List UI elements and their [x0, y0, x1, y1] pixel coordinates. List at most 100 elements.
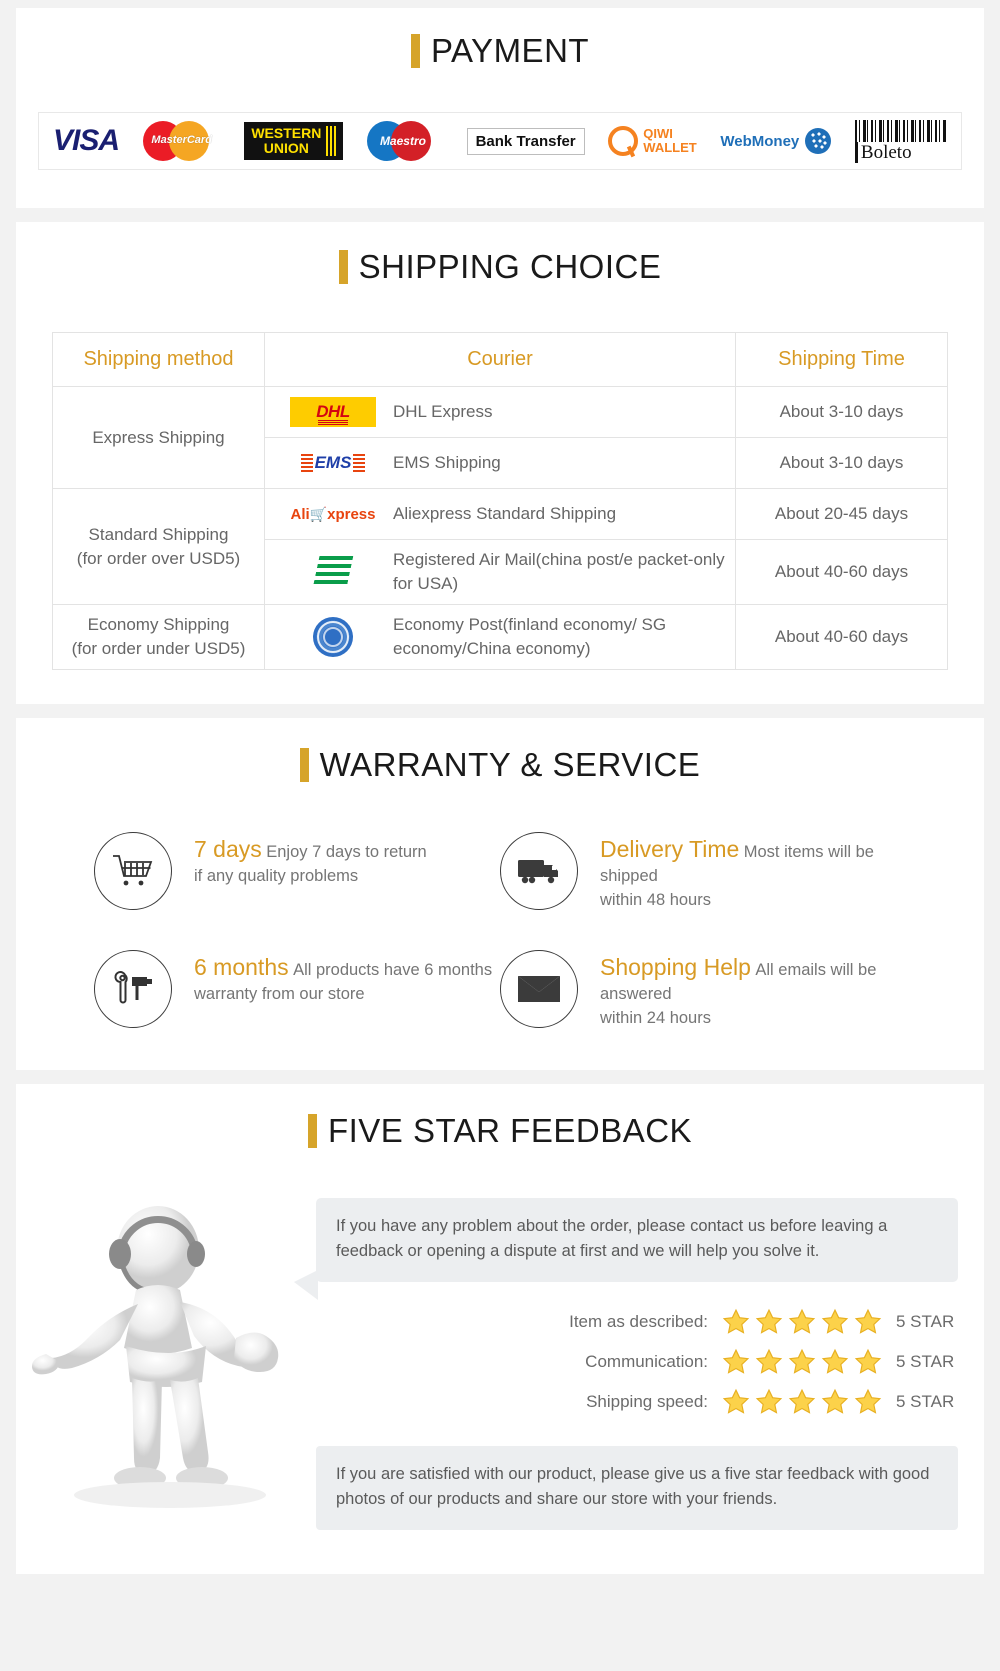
visa-logo: VISA: [53, 124, 120, 158]
warranty-section: WARRANTY & SERVICE 7 days Enjoy 7 days t…: [16, 718, 984, 1070]
table-row: Express Shipping DHL DHL Express About 3…: [52, 386, 948, 489]
mastercard-label: MasterCard: [151, 134, 212, 146]
webmoney-globe-icon: [805, 128, 832, 154]
header-courier: Courier: [264, 332, 736, 387]
shipping-title: SHIPPING CHOICE: [358, 248, 662, 285]
visa-label: VISA: [53, 124, 120, 157]
webmoney-logo: WebMoney: [720, 128, 832, 154]
qiwi-line2: WALLET: [643, 140, 697, 155]
rating-label: Item as described:: [569, 1312, 708, 1331]
cell-courier: Economy Post(finland economy/ SG economy…: [264, 604, 736, 670]
warranty-item-return: 7 days Enjoy 7 days to return if any qua…: [94, 832, 500, 912]
heading-accent-bar: [410, 34, 420, 68]
star-icon: [821, 1388, 849, 1414]
heading-accent-bar: [307, 1114, 317, 1148]
star-icon: [755, 1348, 783, 1374]
table-header-row: Shipping method Courier Shipping Time: [52, 332, 948, 387]
qiwi-wallet-logo: QIWI WALLET: [608, 126, 697, 156]
rating-row-shipping-speed: Shipping speed: 5 STAR: [316, 1388, 958, 1416]
star-icon: [854, 1388, 882, 1414]
feedback-note: If you are satisfied with our product, p…: [316, 1446, 958, 1530]
rating-value: 5 STAR: [896, 1352, 955, 1371]
shipping-section: SHIPPING CHOICE Shipping method Courier …: [16, 222, 984, 704]
boleto-label: Boleto: [854, 141, 947, 163]
rating-row-communication: Communication: 5 STAR: [316, 1348, 958, 1376]
cell-shipping-time: About 40-60 days: [735, 604, 948, 670]
cell-courier: Ali 🛒 xpress Aliexpress Standard Shipping: [264, 488, 736, 540]
rating-label: Shipping speed:: [586, 1392, 708, 1411]
star-icon: [722, 1388, 750, 1414]
star-rating: [722, 1348, 882, 1376]
header-shipping-method: Shipping method: [52, 332, 265, 387]
star-icon: [788, 1388, 816, 1414]
shipping-heading: SHIPPING CHOICE: [16, 248, 984, 286]
feedback-title: FIVE STAR FEEDBACK: [327, 1112, 693, 1149]
maestro-label: Maestro: [379, 134, 426, 148]
star-icon: [821, 1308, 849, 1334]
feedback-section: FIVE STAR FEEDBACK If you have any probl…: [16, 1084, 984, 1574]
cell-shipping-time: About 3-10 days: [735, 437, 948, 489]
star-icon: [755, 1388, 783, 1414]
star-icon: [755, 1308, 783, 1334]
star-icon: [854, 1308, 882, 1334]
warranty-item-line2: if any quality problems: [194, 867, 359, 885]
table-row: Economy Shipping (for order under USD5) …: [52, 604, 948, 670]
heading-accent-bar: [338, 250, 348, 284]
courier-name: DHL Express: [393, 402, 493, 421]
shopping-cart-icon: [94, 832, 172, 910]
cell-shipping-method: Express Shipping: [52, 386, 265, 489]
cell-shipping-method: Standard Shipping (for order over USD5): [52, 488, 265, 605]
tools-icon: [94, 950, 172, 1028]
star-icon: [722, 1308, 750, 1334]
warranty-item-help: Shopping Help All emails will be answere…: [500, 950, 906, 1030]
rating-value: 5 STAR: [896, 1392, 955, 1411]
cell-shipping-time: About 20-45 days: [735, 488, 948, 540]
warranty-item-title: Delivery Time: [600, 836, 740, 862]
western-union-bars: [326, 126, 337, 156]
table-row: Standard Shipping (for order over USD5) …: [52, 488, 948, 605]
payment-methods-strip: VISA MasterCard WESTERN UNION Maestro Ba…: [38, 112, 962, 170]
warranty-item-line2: within 24 hours: [600, 1009, 711, 1027]
rating-label: Communication:: [585, 1352, 708, 1371]
feedback-heading: FIVE STAR FEEDBACK: [16, 1112, 984, 1150]
cell-shipping-method: Economy Shipping (for order under USD5): [52, 604, 265, 670]
warranty-item-title: 7 days: [194, 836, 262, 862]
rating-row-item-as-described: Item as described: 5 STAR: [316, 1308, 958, 1336]
warranty-item-line1: All products have 6 months: [293, 961, 493, 979]
cell-shipping-time: About 40-60 days: [735, 539, 948, 605]
product-detail-page: PAYMENT VISA MasterCard WESTERN UNION Ma…: [0, 8, 1000, 1574]
delivery-truck-icon: [500, 832, 578, 910]
western-union-line1: WESTERN: [251, 125, 322, 141]
ems-logo: EMS: [287, 446, 379, 480]
header-shipping-time: Shipping Time: [735, 332, 948, 387]
cell-courier: DHL DHL Express: [264, 386, 736, 438]
warranty-item-line2: warranty from our store: [194, 985, 365, 1003]
rating-value: 5 STAR: [896, 1312, 955, 1331]
warranty-heading: WARRANTY & SERVICE: [16, 746, 984, 784]
qiwi-q-mark: [608, 126, 639, 156]
bank-transfer-label: Bank Transfer: [466, 127, 585, 155]
feedback-bubble: If you have any problem about the order,…: [294, 1198, 958, 1300]
courier-name: Economy Post(finland economy/ SG economy…: [393, 615, 667, 658]
western-union-logo: WESTERN UNION: [244, 122, 344, 160]
star-icon: [854, 1348, 882, 1374]
courier-name: Aliexpress Standard Shipping: [393, 504, 617, 523]
star-icon: [788, 1308, 816, 1334]
un-post-logo: [287, 617, 379, 657]
warranty-title: WARRANTY & SERVICE: [319, 746, 701, 783]
payment-section: PAYMENT VISA MasterCard WESTERN UNION Ma…: [16, 8, 984, 208]
aliexpress-logo: Ali 🛒 xpress: [290, 505, 376, 523]
support-agent-figure: [30, 1190, 310, 1530]
star-rating: [722, 1308, 882, 1336]
star-rating: [722, 1388, 882, 1416]
western-union-line2: UNION: [263, 140, 309, 156]
cell-courier: Registered Air Mail(china post/e packet-…: [264, 539, 736, 605]
bank-transfer-logo: Bank Transfer: [466, 127, 585, 155]
method-name: Economy Shipping: [87, 615, 230, 634]
warranty-item-delivery: Delivery Time Most items will be shipped…: [500, 832, 906, 912]
method-name: Express Shipping: [92, 427, 225, 447]
star-icon: [821, 1348, 849, 1374]
mastercard-logo: MasterCard: [142, 119, 221, 163]
maestro-logo: Maestro: [366, 120, 443, 162]
method-note: (for order under USD5): [71, 639, 246, 658]
